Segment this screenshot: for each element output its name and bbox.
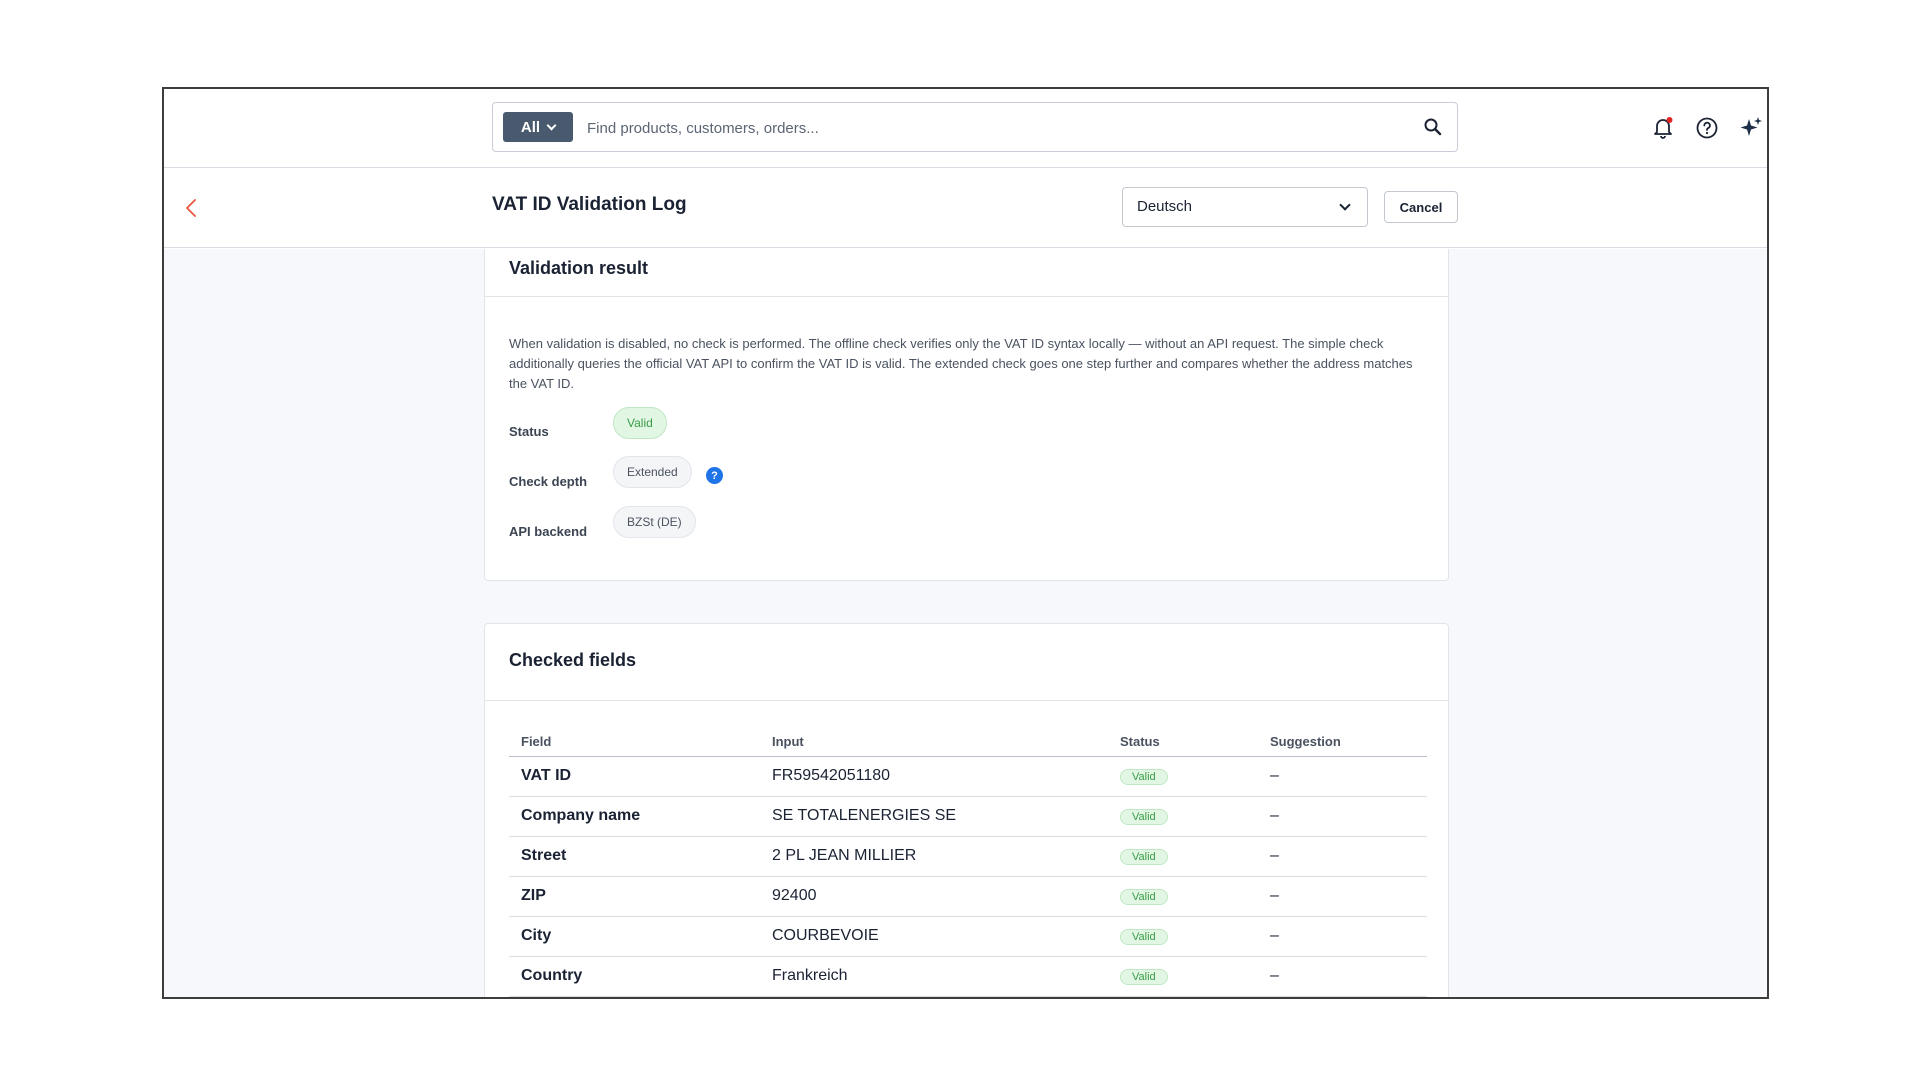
language-select-value: Deutsch xyxy=(1137,198,1193,215)
search-input[interactable] xyxy=(587,115,1387,141)
api-backend-label: API backend xyxy=(509,524,588,539)
page-header: VAT ID Validation Log Deutsch Cancel xyxy=(164,168,1767,248)
table-row: VAT ID FR59542051180 Valid – xyxy=(509,756,1427,797)
search-scope-dropdown[interactable]: All xyxy=(503,112,573,142)
field-input: Frankreich xyxy=(760,956,1108,997)
top-bar: All xyxy=(164,89,1767,168)
column-header: Input xyxy=(760,728,1108,757)
chevron-down-icon xyxy=(546,120,557,130)
status-badge: Valid xyxy=(1120,849,1168,865)
column-header: Field xyxy=(509,728,760,757)
search-scope-label: All xyxy=(520,118,541,136)
checked-fields-card: Checked fields Field Input Status Sugges… xyxy=(484,623,1449,997)
table-row: Country Frankreich Valid – xyxy=(509,956,1427,997)
column-header: Status xyxy=(1108,728,1258,757)
field-name: Street xyxy=(509,836,760,877)
help-icon[interactable]: ? xyxy=(706,467,723,484)
status-badge: Valid xyxy=(1120,969,1168,985)
field-name: ZIP xyxy=(509,876,760,917)
chevron-down-icon xyxy=(1339,199,1351,211)
chevron-left-icon[interactable] xyxy=(180,194,204,222)
column-header: Suggestion xyxy=(1258,728,1427,757)
validation-result-card: Validation result When validation is dis… xyxy=(484,249,1449,581)
status-badge: Valid xyxy=(1120,929,1168,945)
search-icon[interactable] xyxy=(1423,117,1443,137)
field-input: 92400 xyxy=(760,876,1108,917)
status-badge: Valid xyxy=(613,407,667,439)
field-suggestion: – xyxy=(1258,756,1427,797)
check-depth-badge: Extended xyxy=(613,456,692,488)
field-suggestion: – xyxy=(1258,796,1427,837)
language-select[interactable]: Deutsch xyxy=(1122,187,1368,227)
table-row: Street 2 PL JEAN MILLIER Valid – xyxy=(509,836,1427,877)
field-name: VAT ID xyxy=(509,756,760,797)
table-row: Company name SE TOTALENERGIES SE Valid – xyxy=(509,796,1427,837)
field-input: COURBEVOIE xyxy=(760,916,1108,957)
field-name: Country xyxy=(509,956,760,997)
field-name: Company name xyxy=(509,796,760,837)
table-row: ZIP 92400 Valid – xyxy=(509,876,1427,917)
table-header-row: Field Input Status Suggestion xyxy=(509,728,1427,757)
card-title: Checked fields xyxy=(509,650,637,670)
field-input: 2 PL JEAN MILLIER xyxy=(760,836,1108,877)
status-label: Status xyxy=(509,424,549,439)
checked-fields-table: Field Input Status Suggestion VAT ID FR5… xyxy=(509,728,1427,997)
field-name: City xyxy=(509,916,760,957)
field-suggestion: – xyxy=(1258,876,1427,917)
global-search: All xyxy=(492,102,1458,152)
api-backend-badge: BZSt (DE) xyxy=(613,506,696,538)
page-title: VAT ID Validation Log xyxy=(492,194,687,215)
check-depth-label: Check depth xyxy=(509,474,588,489)
help-circle-icon[interactable] xyxy=(1692,113,1722,143)
status-badge: Valid xyxy=(1120,769,1168,785)
validation-description: When validation is disabled, no check is… xyxy=(509,336,1413,391)
divider xyxy=(485,296,1448,297)
bell-icon[interactable] xyxy=(1648,113,1678,143)
status-badge: Valid xyxy=(1120,809,1168,825)
field-input: FR59542051180 xyxy=(760,756,1108,797)
field-suggestion: – xyxy=(1258,916,1427,957)
sparkles-icon[interactable] xyxy=(1736,113,1766,143)
app-window: All Find products, customers, orders... … xyxy=(162,87,1769,999)
divider xyxy=(485,700,1448,701)
field-suggestion: – xyxy=(1258,836,1427,877)
table-row: City COURBEVOIE Valid – xyxy=(509,916,1427,957)
field-suggestion: – xyxy=(1258,956,1427,997)
cancel-button[interactable]: Cancel xyxy=(1384,191,1458,223)
card-title: Validation result xyxy=(509,258,649,278)
field-input: SE TOTALENERGIES SE xyxy=(760,796,1108,837)
status-badge: Valid xyxy=(1120,889,1168,905)
main-content[interactable]: Validation result When validation is dis… xyxy=(164,249,1767,997)
